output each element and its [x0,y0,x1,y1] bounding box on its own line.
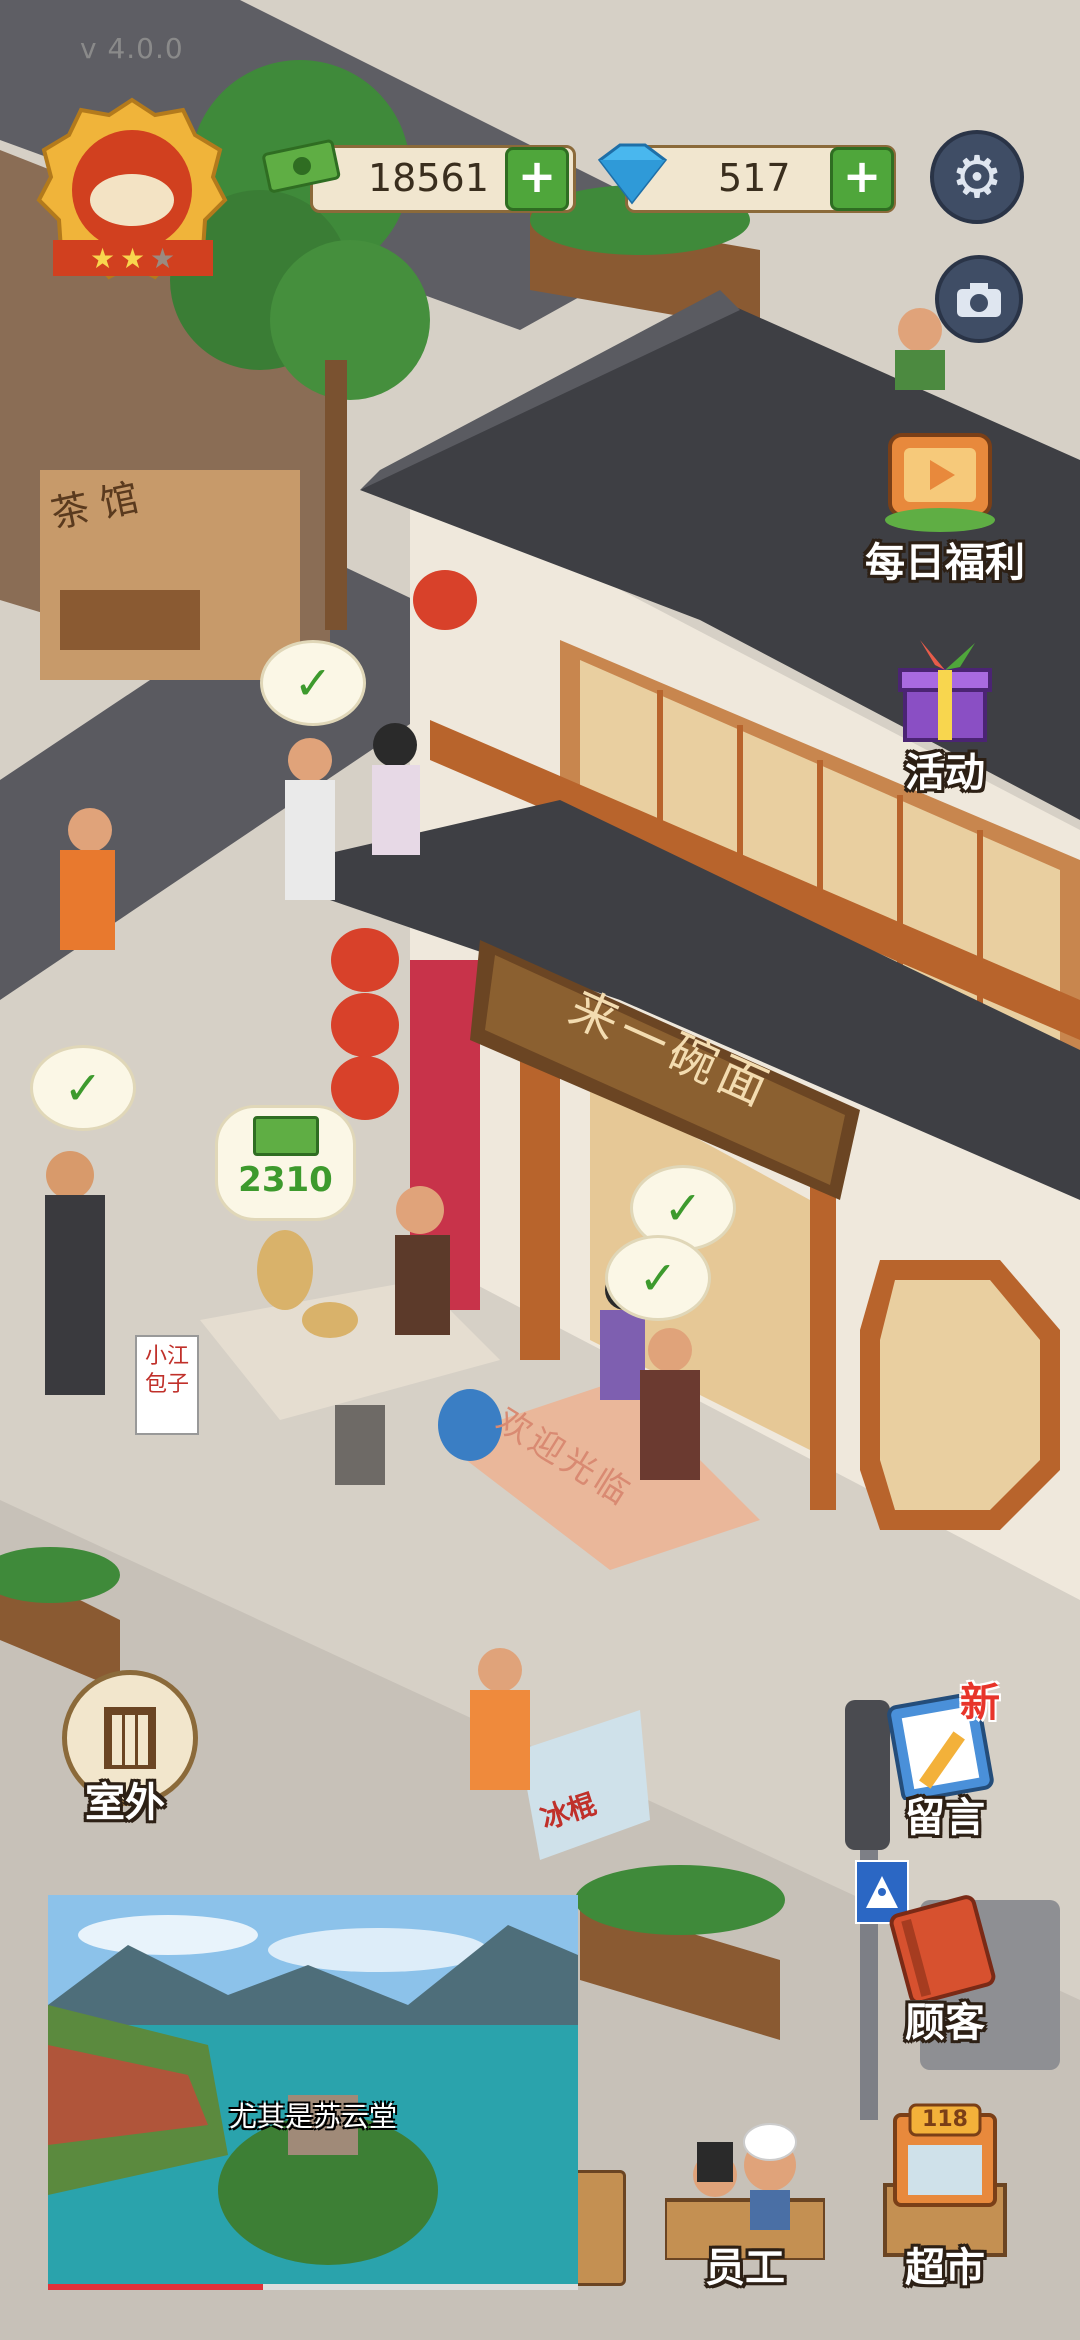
cash-icon [253,1116,319,1156]
video-subtitle: 尤其是苏云堂 [228,2100,397,2133]
add-diamonds-button[interactable]: + [830,147,894,211]
restaurant-rank-badge[interactable]: ★ ★ ★ [35,95,230,285]
svg-text:★: ★ [120,242,145,275]
video-frame [48,1895,578,2290]
customers-label: 顾客 [905,2000,985,2046]
events-button[interactable] [890,635,1000,745]
video-progress-track[interactable] [48,2284,578,2290]
version-label: v 4.0.0 [80,32,184,65]
events-label: 活动 [905,750,985,796]
settings-button[interactable]: ⚙ [930,130,1024,224]
door-icon [104,1707,156,1769]
video-progress-fill [48,2284,263,2290]
daily-welfare-button[interactable] [880,420,1000,535]
camera-button[interactable] [935,255,1023,343]
checkmark-icon: ✓ [663,1181,703,1235]
stall-earnings-bubble[interactable]: 2310 [215,1105,356,1221]
checkmark-icon: ✓ [293,656,333,710]
cash-icon [262,135,342,195]
add-cash-button[interactable]: + [505,147,569,211]
supermarket-sign-number: 118 [922,2107,968,2132]
customer-book-icon [889,1895,996,2005]
gift-box-icon [898,640,992,742]
svg-text:★: ★ [150,242,175,275]
daily-welfare-label: 每日福利 [865,540,1025,586]
diamond-value: 517 [718,156,791,200]
checkmark-icon: ✓ [63,1061,103,1115]
customers-button[interactable] [885,1890,1005,2005]
noodle-bowl-icon [90,174,174,226]
customer-served-bubble[interactable]: ✓ [260,640,366,726]
new-badge: 新 [960,1680,1000,1726]
supermarket-label: 超市 [905,2245,985,2291]
cash-value: 18561 [368,156,489,200]
outdoor-label: 室外 [85,1780,165,1826]
video-player[interactable]: 尤其是苏云堂 [48,1895,578,2290]
customer-served-bubble[interactable]: ✓ [605,1235,711,1321]
message-label: 留言 [905,1795,985,1841]
stall-earnings-value: 2310 [238,1160,333,1200]
tv-reward-icon [885,433,995,532]
diamond-icon [585,140,675,210]
svg-text:★: ★ [90,242,115,275]
camera-icon [957,283,1001,317]
staff-label: 员工 [705,2245,785,2291]
checkmark-icon: ✓ [638,1251,678,1305]
customer-served-bubble[interactable]: ✓ [30,1045,136,1131]
bun-stall-sign: 小江 包子 [135,1335,199,1435]
gear-icon: ⚙ [951,143,1003,211]
